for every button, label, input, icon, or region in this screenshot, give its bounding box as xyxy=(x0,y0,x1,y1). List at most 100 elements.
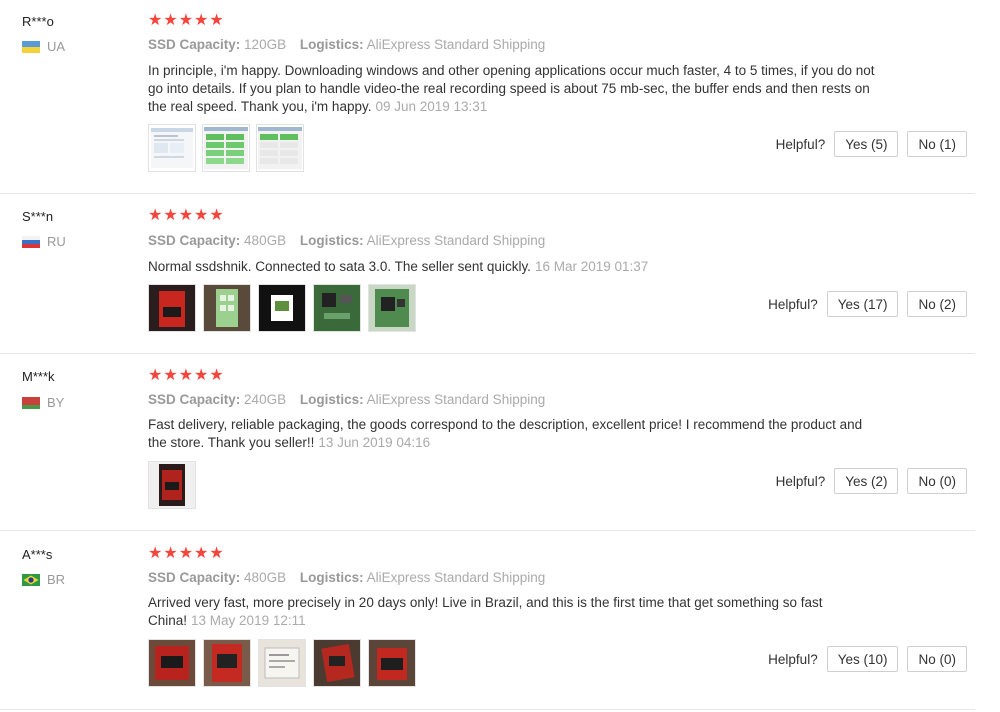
review-photo[interactable] xyxy=(203,284,251,332)
ssd-capacity-value: 120GB xyxy=(244,37,287,52)
ssd-board-thumbnail-icon xyxy=(204,285,250,331)
review-photo[interactable] xyxy=(313,639,361,687)
review-photos xyxy=(148,124,304,172)
ssd-box-thumbnail-icon xyxy=(314,640,360,686)
ru-flag-icon xyxy=(22,235,40,248)
ssd-capacity-label: SSD Capacity: xyxy=(148,392,241,407)
phone-screen-thumbnail-icon xyxy=(259,285,305,331)
country-code: BR xyxy=(47,572,66,587)
ssd-capacity-label: SSD Capacity: xyxy=(148,570,241,585)
review-photo[interactable] xyxy=(368,639,416,687)
logistics-value: AliExpress Standard Shipping xyxy=(366,37,546,52)
ssd-box-thumbnail-icon xyxy=(149,462,195,508)
review-photo[interactable] xyxy=(202,124,250,172)
ssd-capacity-value: 480GB xyxy=(244,570,287,585)
review-text: In principle, i'm happy. Downloading win… xyxy=(148,62,878,116)
review-text: Fast delivery, reliable packaging, the g… xyxy=(148,416,878,452)
review-item: S***n RU ★★★★★ SSD Capacity: 480GB Logis… xyxy=(0,194,975,354)
ua-flag-icon xyxy=(22,40,40,53)
helpful-vote: Helpful? Yes (5) No (1) xyxy=(776,131,967,157)
country-code: RU xyxy=(47,234,66,249)
review-photo[interactable] xyxy=(258,639,306,687)
review-date: 09 Jun 2019 13:31 xyxy=(375,99,488,114)
helpful-no-button[interactable]: No (0) xyxy=(907,468,967,494)
helpful-yes-button[interactable]: Yes (5) xyxy=(834,131,899,157)
review-date: 13 Jun 2019 04:16 xyxy=(318,435,431,450)
review-attributes: SSD Capacity: 480GB Logistics: AliExpres… xyxy=(148,570,545,585)
reviewer-country: RU xyxy=(22,234,66,249)
review-item: R***o UA ★★★★★ SSD Capacity: 120GB Logis… xyxy=(0,0,975,194)
review-text: Arrived very fast, more precisely in 20 … xyxy=(148,594,878,630)
helpful-yes-button[interactable]: Yes (17) xyxy=(826,291,899,317)
helpful-label: Helpful? xyxy=(775,473,826,489)
star-rating: ★★★★★ xyxy=(148,12,225,29)
review-body: Normal ssdshnik. Connected to sata 3.0. … xyxy=(148,259,531,274)
reviewer-country: UA xyxy=(22,39,65,54)
helpful-vote: Helpful? Yes (10) No (0) xyxy=(768,646,967,672)
helpful-no-button[interactable]: No (2) xyxy=(907,291,967,317)
review-body: In principle, i'm happy. Downloading win… xyxy=(148,63,875,114)
star-rating: ★★★★★ xyxy=(148,545,225,562)
review-body: Fast delivery, reliable packaging, the g… xyxy=(148,417,863,450)
label-thumbnail-icon xyxy=(259,640,305,686)
by-flag-icon xyxy=(22,396,40,409)
logistics-value: AliExpress Standard Shipping xyxy=(366,570,546,585)
review-photo[interactable] xyxy=(203,639,251,687)
reviewer-country: BR xyxy=(22,572,65,587)
reviewer-name: A***s xyxy=(22,547,53,562)
logistics-label: Logistics: xyxy=(299,37,364,52)
benchmark-thumbnail-icon xyxy=(258,127,302,169)
review-date: 13 May 2019 12:11 xyxy=(191,613,306,628)
circuit-board-thumbnail-icon xyxy=(314,285,360,331)
benchmark-thumbnail-icon xyxy=(204,127,248,169)
ssd-box-thumbnail-icon xyxy=(204,640,250,686)
review-attributes: SSD Capacity: 480GB Logistics: AliExpres… xyxy=(148,233,545,248)
logistics-value: AliExpress Standard Shipping xyxy=(366,392,546,407)
helpful-yes-button[interactable]: Yes (10) xyxy=(826,646,899,672)
review-item: M***k BY ★★★★★ SSD Capacity: 240GB Logis… xyxy=(0,354,975,531)
review-item: A***s BR ★★★★★ SSD Capacity: 480GB Logis… xyxy=(0,531,975,710)
ssd-capacity-label: SSD Capacity: xyxy=(148,37,241,52)
reviewer-name: S***n xyxy=(22,209,54,224)
helpful-yes-button[interactable]: Yes (2) xyxy=(834,468,899,494)
ssd-box-thumbnail-icon xyxy=(149,640,195,686)
logistics-label: Logistics: xyxy=(299,233,364,248)
review-photo[interactable] xyxy=(368,284,416,332)
helpful-no-button[interactable]: No (0) xyxy=(907,646,967,672)
reviewer-name: R***o xyxy=(22,14,54,29)
review-photos xyxy=(148,639,416,687)
helpful-vote: Helpful? Yes (2) No (0) xyxy=(776,468,967,494)
logistics-label: Logistics: xyxy=(299,570,364,585)
review-photo[interactable] xyxy=(148,639,196,687)
review-attributes: SSD Capacity: 120GB Logistics: AliExpres… xyxy=(148,37,545,52)
review-photo[interactable] xyxy=(148,284,196,332)
circuit-board-thumbnail-icon xyxy=(369,285,415,331)
review-date: 16 Mar 2019 01:37 xyxy=(534,259,649,274)
helpful-label: Helpful? xyxy=(775,136,826,152)
review-photo[interactable] xyxy=(256,124,304,172)
reviewer-name: M***k xyxy=(22,369,55,384)
logistics-value: AliExpress Standard Shipping xyxy=(366,233,546,248)
review-photos xyxy=(148,461,196,509)
review-photo[interactable] xyxy=(148,461,196,509)
helpful-label: Helpful? xyxy=(768,296,818,312)
review-photo[interactable] xyxy=(258,284,306,332)
logistics-label: Logistics: xyxy=(299,392,364,407)
helpful-vote: Helpful? Yes (17) No (2) xyxy=(768,291,967,317)
ssd-capacity-value: 240GB xyxy=(244,392,287,407)
screenshot-thumbnail-icon xyxy=(151,128,193,168)
review-photo[interactable] xyxy=(313,284,361,332)
country-code: BY xyxy=(47,395,65,410)
ssd-box-thumbnail-icon xyxy=(369,640,415,686)
phone-box-thumbnail-icon xyxy=(149,285,195,331)
country-code: UA xyxy=(47,39,66,54)
ssd-capacity-label: SSD Capacity: xyxy=(148,233,241,248)
helpful-no-button[interactable]: No (1) xyxy=(907,131,967,157)
reviewer-country: BY xyxy=(22,395,64,410)
star-rating: ★★★★★ xyxy=(148,367,225,384)
helpful-label: Helpful? xyxy=(768,651,818,667)
review-text: Normal ssdshnik. Connected to sata 3.0. … xyxy=(148,258,878,276)
review-photo[interactable] xyxy=(148,124,196,172)
review-photos xyxy=(148,284,416,332)
ssd-capacity-value: 480GB xyxy=(244,233,287,248)
